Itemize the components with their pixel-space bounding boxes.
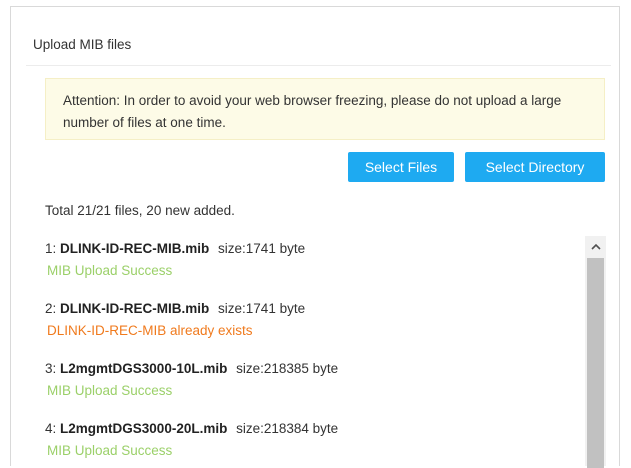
file-status: DLINK-ID-REC-MIB already exists (47, 323, 253, 338)
file-line: 2: DLINK-ID-REC-MIB.mib size:1741 byte (45, 298, 585, 320)
chevron-up-icon (590, 243, 601, 250)
file-list[interactable]: 1: DLINK-ID-REC-MIB.mib size:1741 byte M… (45, 238, 585, 468)
select-files-button[interactable]: Select Files (348, 152, 454, 182)
file-line: 3: L2mgmtDGS3000-10L.mib size:218385 byt… (45, 358, 585, 380)
file-index: 1: (45, 241, 57, 256)
file-status: MIB Upload Success (47, 383, 173, 398)
file-size: size:1741 byte (218, 301, 306, 316)
attention-notice: Attention: In order to avoid your web br… (45, 78, 605, 140)
file-name: DLINK-ID-REC-MIB.mib (60, 301, 210, 316)
file-name: L2mgmtDGS3000-10L.mib (60, 361, 228, 376)
dialog-title: Upload MIB files (33, 37, 132, 52)
file-name: L2mgmtDGS3000-20L.mib (60, 421, 228, 436)
title-divider (26, 65, 611, 66)
scroll-up-button[interactable] (585, 236, 606, 256)
list-item: 3: L2mgmtDGS3000-10L.mib size:218385 byt… (45, 358, 585, 418)
file-size: size:1741 byte (218, 241, 306, 256)
file-status: MIB Upload Success (47, 263, 173, 278)
file-index: 3: (45, 361, 57, 376)
file-line: 1: DLINK-ID-REC-MIB.mib size:1741 byte (45, 238, 585, 260)
file-size: size:218385 byte (236, 361, 339, 376)
file-index: 2: (45, 301, 57, 316)
select-directory-button[interactable]: Select Directory (465, 152, 605, 182)
file-size: size:218384 byte (236, 421, 339, 436)
list-item: 4: L2mgmtDGS3000-20L.mib size:218384 byt… (45, 418, 585, 468)
upload-summary: Total 21/21 files, 20 new added. (45, 203, 235, 218)
file-list-scrollbar[interactable] (585, 236, 606, 468)
list-item: 1: DLINK-ID-REC-MIB.mib size:1741 byte M… (45, 238, 585, 298)
file-name: DLINK-ID-REC-MIB.mib (60, 241, 210, 256)
file-index: 4: (45, 421, 57, 436)
list-item: 2: DLINK-ID-REC-MIB.mib size:1741 byte D… (45, 298, 585, 358)
file-line: 4: L2mgmtDGS3000-20L.mib size:218384 byt… (45, 418, 585, 440)
scrollbar-thumb[interactable] (587, 258, 604, 468)
